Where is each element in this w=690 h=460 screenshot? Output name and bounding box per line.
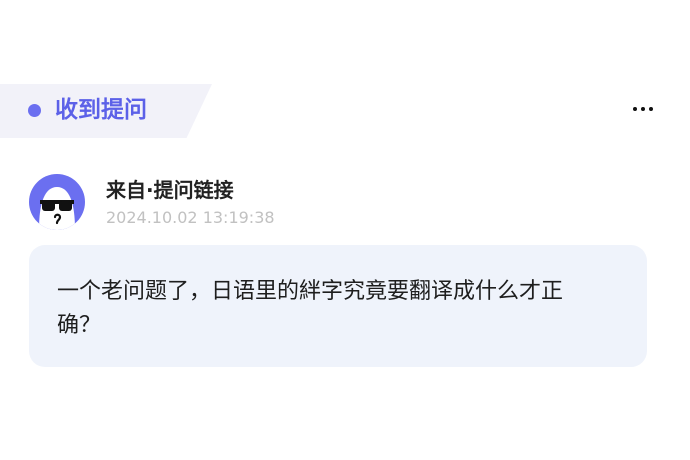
page-title: 收到提问 [55, 97, 147, 123]
question-card: 一个老问题了，日语里的絆字究竟要翻译成什么才正确？ [29, 245, 647, 367]
timestamp: 2024.10.02 13:19:38 [106, 208, 275, 227]
status-dot-icon [28, 104, 41, 117]
question-text: 一个老问题了，日语里的絆字究竟要翻译成什么才正确？ [57, 279, 564, 338]
avatar[interactable] [29, 174, 85, 230]
more-options-button[interactable] [630, 98, 662, 122]
more-horizontal-icon [633, 107, 653, 111]
source-label: 来自·提问链接 [106, 178, 234, 202]
sunglasses-ghost-icon [39, 187, 75, 230]
